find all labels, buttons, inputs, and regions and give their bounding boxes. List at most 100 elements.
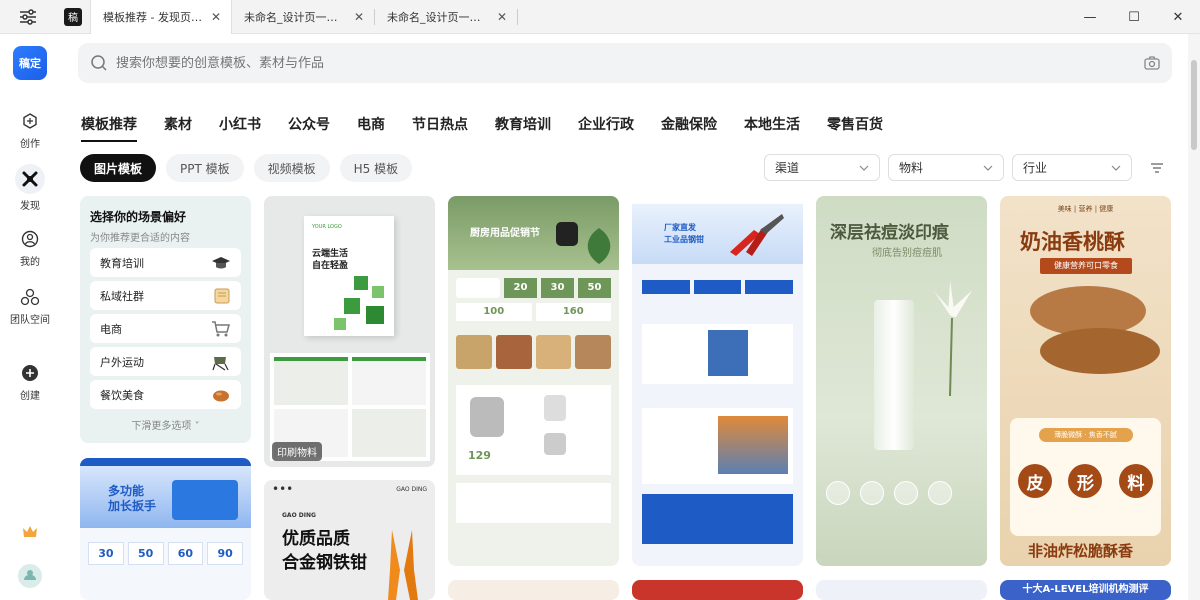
maximize-button[interactable]: ☐ <box>1112 0 1156 34</box>
sidebar-item-new[interactable]: 创建 <box>0 362 60 402</box>
template-card-partial[interactable] <box>448 580 619 600</box>
search-input[interactable] <box>116 55 1144 71</box>
template-card-wrench[interactable]: 多功能 加长扳手 30 50 60 90 <box>80 458 251 600</box>
card-title-2: 加长扳手 <box>108 499 157 513</box>
product-image <box>535 335 572 369</box>
preference-item-outdoor[interactable]: 户外运动 <box>90 347 241 376</box>
sidebar-item-label: 我的 <box>20 257 40 268</box>
shopping-cart-icon <box>212 320 230 336</box>
coupon-row: 20 30 50 <box>456 278 611 298</box>
type-pill-h5[interactable]: H5 模板 <box>339 154 413 182</box>
camping-chair-icon <box>212 356 229 370</box>
preference-item-education[interactable]: 教育培训 <box>90 248 241 277</box>
scrollbar-thumb[interactable] <box>1191 60 1197 150</box>
template-card-cookie[interactable]: 美味 | 营养 | 健康 奶油香桃酥 健康营养可口零食 薄脆微酥 · 焦香不腻 … <box>1000 196 1171 566</box>
tab-label: 未命名_设计页一稿定 <box>244 10 348 24</box>
card-banner: 多功能 加长扳手 <box>80 466 251 528</box>
product-section <box>456 483 611 523</box>
tab-label: 模板推荐 - 发现页 - 稿定设计 <box>103 10 205 24</box>
user-icon <box>19 228 41 250</box>
category-tab[interactable]: 模板推荐 <box>81 114 137 142</box>
category-tab[interactable]: 素材 <box>164 114 192 142</box>
sidebar-item-mine[interactable]: 我的 <box>0 228 60 268</box>
category-tab[interactable]: 金融保险 <box>661 114 717 142</box>
template-card-partial[interactable] <box>816 580 987 600</box>
template-card-tools[interactable]: 厂家直发 工业品钢钳 <box>632 196 803 566</box>
close-icon[interactable]: ✕ <box>354 10 364 24</box>
template-card-edu[interactable]: 十大A-LEVEL培训机构测评 <box>1000 580 1171 600</box>
brand-logo[interactable]: 稿定 <box>13 46 47 80</box>
avatar[interactable] <box>0 564 60 588</box>
category-tab[interactable]: 小红书 <box>219 114 261 142</box>
price-row: 30 50 60 90 <box>80 528 251 565</box>
category-tab[interactable]: 教育培训 <box>495 114 551 142</box>
category-tab[interactable]: 零售百货 <box>827 114 883 142</box>
template-card-plier[interactable]: ••• GAO DING GAO DING 优质品质 合金钢铁钳 <box>264 480 435 600</box>
preference-item-community[interactable]: 私域社群 <box>90 281 241 310</box>
menu-button[interactable] <box>0 0 56 34</box>
category-tab[interactable]: 节日热点 <box>412 114 468 142</box>
coupon: 50 <box>578 278 611 298</box>
leaf-icon <box>587 228 611 264</box>
cover-title-2: 自在轻盈 <box>312 261 349 271</box>
sidebar-item-discover[interactable]: 发现 <box>0 164 60 212</box>
type-pill-image[interactable]: 图片模板 <box>80 154 157 182</box>
card-header-bar <box>632 196 803 204</box>
more-options-link[interactable]: 下滑更多选项 ˅ <box>90 417 241 432</box>
camera-icon[interactable] <box>1144 56 1160 70</box>
bottle-image <box>874 300 914 450</box>
template-card-kitchen[interactable]: 厨房用品促销节 20 30 50 100 160 129 <box>448 196 619 566</box>
feature-tag: 皮 <box>1018 464 1053 498</box>
template-card-print[interactable]: YOUR LOGO 云端生活 自在轻盈 印刷物料 <box>264 196 435 467</box>
type-pill-video[interactable]: 视频模板 <box>253 154 330 182</box>
preference-item-food[interactable]: 餐饮美食 <box>90 380 241 409</box>
scrollbar[interactable] <box>1188 34 1200 600</box>
type-pill-ppt[interactable]: PPT 模板 <box>166 154 244 182</box>
sidebar-item-label: 创建 <box>20 391 40 402</box>
sidebar-item-team[interactable]: 团队空间 <box>0 286 60 326</box>
title-bar: 稿 模板推荐 - 发现页 - 稿定设计 ✕ 未命名_设计页一稿定 ✕ 未命名_设… <box>0 0 1200 34</box>
close-icon[interactable]: ✕ <box>211 10 221 24</box>
tab-discover[interactable]: 模板推荐 - 发现页 - 稿定设计 ✕ <box>90 0 232 34</box>
close-icon[interactable]: ✕ <box>497 10 507 24</box>
category-tab[interactable]: 电商 <box>357 114 385 142</box>
category-tab[interactable]: 本地生活 <box>744 114 800 142</box>
card-title: 深层祛痘淡印痕 <box>830 223 949 243</box>
vip-crown-button[interactable] <box>0 524 60 540</box>
category-tag: 印刷物料 <box>272 442 322 461</box>
tag-row: 皮 形 料 <box>1010 464 1161 498</box>
card-banner: 厂家直发 工业品钢钳 <box>632 204 803 264</box>
coupon: 30 <box>541 278 574 298</box>
tab-design-1[interactable]: 未命名_设计页一稿定 ✕ <box>232 0 374 34</box>
sidebar-item-create[interactable]: 创作 <box>0 110 60 150</box>
more-dots-icon[interactable]: ••• <box>272 482 293 496</box>
tab-label: 未命名_设计页一稿定 <box>387 10 491 24</box>
category-tab[interactable]: 公众号 <box>288 114 330 142</box>
brochure-cover: YOUR LOGO 云端生活 自在轻盈 <box>304 216 394 336</box>
product-image <box>495 335 532 369</box>
select-label: 物料 <box>899 161 924 175</box>
preference-item-ecommerce[interactable]: 电商 <box>90 314 241 343</box>
price-box: 30 <box>88 542 124 565</box>
preference-label: 教育培训 <box>100 256 144 270</box>
card-top-line: 美味 | 营养 | 健康 <box>1057 205 1114 213</box>
template-card-skincare[interactable]: 深层祛痘淡印痕 彻底告别痘痘肌 <box>816 196 987 566</box>
close-window-button[interactable]: ✕ <box>1156 0 1200 34</box>
category-tab[interactable]: 企业行政 <box>578 114 634 142</box>
preference-label: 电商 <box>100 322 122 336</box>
footer-section <box>642 494 793 544</box>
material-select[interactable]: 物料 <box>888 154 1004 181</box>
feature-tag <box>745 280 794 294</box>
channel-select[interactable]: 渠道 <box>764 154 880 181</box>
filter-icon[interactable] <box>1144 162 1170 174</box>
coupon: 160 <box>535 303 611 321</box>
category-tabs: 模板推荐 素材 小红书 公众号 电商 节日热点 教育培训 企业行政 金融保险 本… <box>81 114 910 142</box>
info-section <box>642 324 793 384</box>
template-card-partial[interactable] <box>632 580 803 600</box>
minimize-button[interactable]: — <box>1068 0 1112 34</box>
preference-label: 户外运动 <box>100 355 144 369</box>
industry-select[interactable]: 行业 <box>1012 154 1132 181</box>
tab-design-2[interactable]: 未命名_设计页一稿定 ✕ <box>375 0 517 34</box>
cover-logo: YOUR LOGO <box>312 224 342 230</box>
search-bar[interactable] <box>78 43 1172 83</box>
